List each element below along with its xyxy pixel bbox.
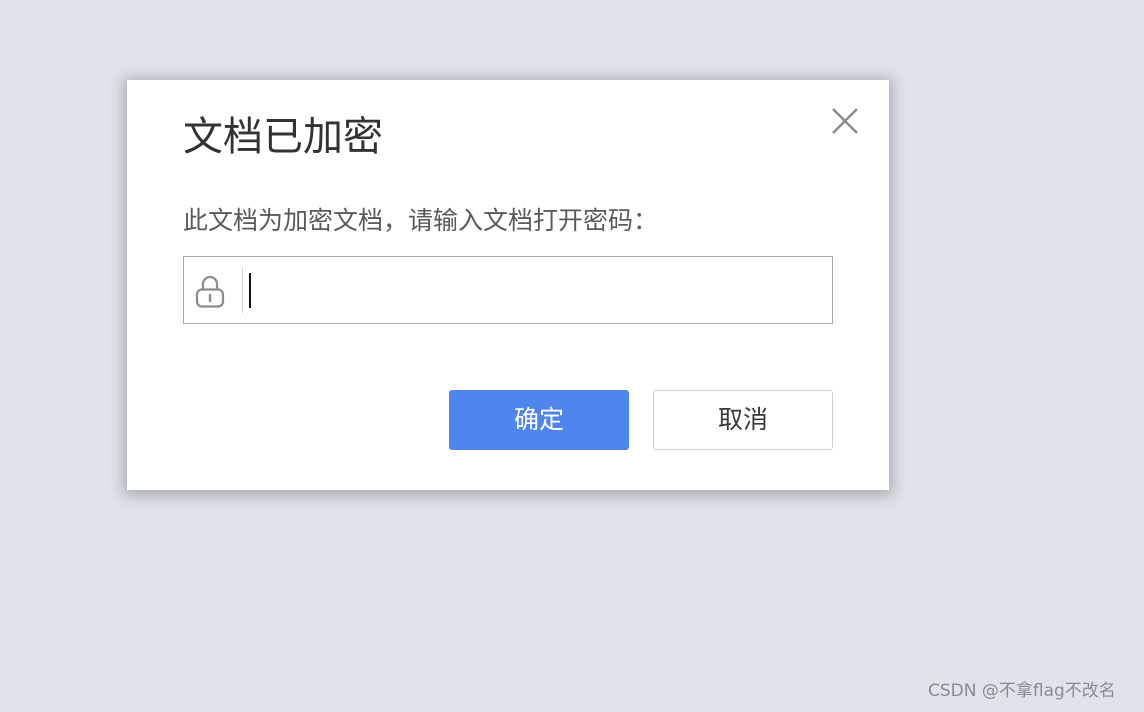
password-field[interactable] — [183, 256, 833, 324]
close-icon — [832, 108, 858, 134]
dialog-message: 此文档为加密文档，请输入文档打开密码： — [183, 206, 659, 235]
field-divider — [242, 267, 243, 313]
text-caret — [249, 273, 251, 308]
close-button[interactable] — [829, 105, 861, 137]
dialog-title: 文档已加密 — [183, 114, 383, 160]
lock-icon — [195, 275, 225, 308]
confirm-button[interactable]: 确定 — [449, 390, 629, 450]
cancel-button[interactable]: 取消 — [653, 390, 833, 450]
encrypted-document-dialog: 文档已加密 此文档为加密文档，请输入文档打开密码： 确定 取消 — [127, 80, 889, 490]
watermark: CSDN @不拿flag不改名 — [928, 681, 1116, 701]
password-input[interactable] — [246, 267, 823, 313]
